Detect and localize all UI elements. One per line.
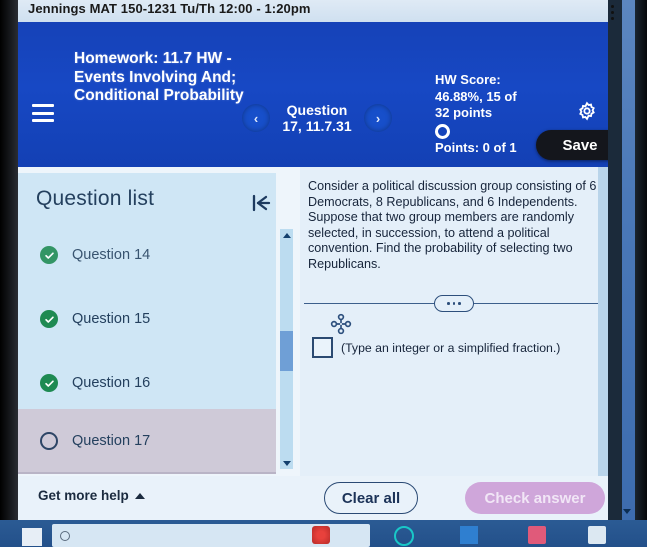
blue-app-icon[interactable] (460, 526, 478, 544)
dot (452, 302, 456, 305)
arrow (623, 508, 631, 514)
page-title: Homework: 11.7 HW - Events Involving And… (74, 50, 244, 104)
app-header: Homework: 11.7 HW - Events Involving And… (18, 22, 608, 167)
course-banner: Jennings MAT 150-1231 Tu/Th 12:00 - 1:20… (18, 0, 608, 22)
hamburger-menu-icon[interactable] (32, 104, 54, 122)
dot (610, 10, 614, 14)
next-question-button[interactable]: › (364, 104, 392, 132)
scroll-up-arrow-icon[interactable] (280, 229, 293, 241)
arrow (282, 232, 291, 238)
screen-bezel-left (0, 0, 18, 527)
teal-circle-icon[interactable] (394, 526, 414, 546)
dot (610, 16, 614, 20)
caret-up-icon (134, 492, 145, 499)
list-item-label: Question 16 (72, 375, 151, 391)
answer-input[interactable] (312, 337, 333, 358)
list-item-label: Question 15 (72, 311, 151, 327)
question-text: Consider a political discussion group co… (308, 179, 597, 271)
list-item[interactable]: Question 14 (18, 223, 276, 287)
dot (447, 302, 450, 305)
bar (32, 111, 54, 115)
get-more-help-button[interactable]: Get more help (38, 488, 145, 503)
windows-start-icon[interactable] (22, 528, 42, 546)
search-icon (60, 531, 70, 541)
scroll-down-arrow-icon[interactable] (280, 457, 293, 469)
prev-question-button[interactable]: ‹ (242, 104, 270, 132)
course-title: Jennings MAT 150-1231 Tu/Th 12:00 - 1:20… (28, 0, 311, 16)
question-navigation: ‹ Question 17, 11.7.31 › (242, 102, 392, 134)
empty-circle-icon (40, 432, 58, 450)
question-body-scrollbar[interactable] (598, 167, 608, 520)
question-list-heading: Question list (36, 187, 155, 210)
list-item-label: Question 17 (72, 433, 151, 449)
answer-hint: (Type an integer or a simplified fractio… (341, 340, 561, 355)
scroll-down-arrow-icon[interactable] (621, 505, 633, 517)
question-workspace: Question list Question 14 Question 15 Qu… (18, 167, 608, 520)
windows-taskbar (0, 520, 647, 547)
current-question-label: Question 17, 11.7.31 (282, 102, 352, 134)
check-circle-icon (40, 310, 58, 328)
red-app-icon[interactable] (312, 526, 330, 544)
list-item[interactable]: Question 16 (18, 351, 276, 415)
clear-all-button[interactable]: Clear all (324, 482, 418, 514)
question-list-scrollbar[interactable] (280, 229, 293, 469)
hw-score-value: 46.88%, 15 of 32 points (435, 88, 517, 121)
check-circle-icon (40, 374, 58, 392)
list-item[interactable]: Question 15 (18, 287, 276, 351)
white-app-icon[interactable] (588, 526, 606, 544)
answer-row: (Type an integer or a simplified fractio… (312, 337, 560, 358)
check-circle-icon (40, 246, 58, 264)
check-answer-button[interactable]: Check answer (465, 482, 605, 514)
screen: Jennings MAT 150-1231 Tu/Th 12:00 - 1:20… (0, 0, 647, 547)
ellipsis-pill-icon[interactable] (434, 295, 474, 312)
dot (458, 302, 461, 305)
pink-app-icon[interactable] (528, 526, 546, 544)
move-handle-icon[interactable] (330, 313, 352, 335)
browser-scrollbar[interactable] (622, 0, 635, 520)
collapse-panel-left-icon[interactable] (248, 191, 274, 215)
gear-icon[interactable] (577, 101, 597, 121)
list-item-label: Question 14 (72, 247, 151, 263)
list-item-selected[interactable]: Question 17 (18, 409, 276, 473)
screen-bezel-right (635, 0, 647, 520)
points-label: Points: 0 of 1 (435, 139, 517, 155)
question-list-panel: Question list Question 14 Question 15 Qu… (18, 173, 276, 473)
hw-score-label: HW Score: (435, 72, 501, 87)
empty-circle-icon (435, 123, 450, 139)
hw-score-block: HW Score: 46.88%, 15 of 32 points Points… (435, 72, 530, 156)
dot (610, 4, 614, 8)
get-more-help-label: Get more help (38, 488, 129, 503)
scrollbar-thumb[interactable] (280, 331, 293, 371)
question-body: Consider a political discussion group co… (300, 167, 608, 520)
action-bar: Get more help Clear all Check answer (18, 476, 608, 520)
bar (32, 104, 54, 107)
more-vertical-icon[interactable] (605, 2, 619, 22)
bar (32, 119, 54, 122)
save-button[interactable]: Save (536, 130, 608, 160)
arrow (282, 460, 291, 466)
